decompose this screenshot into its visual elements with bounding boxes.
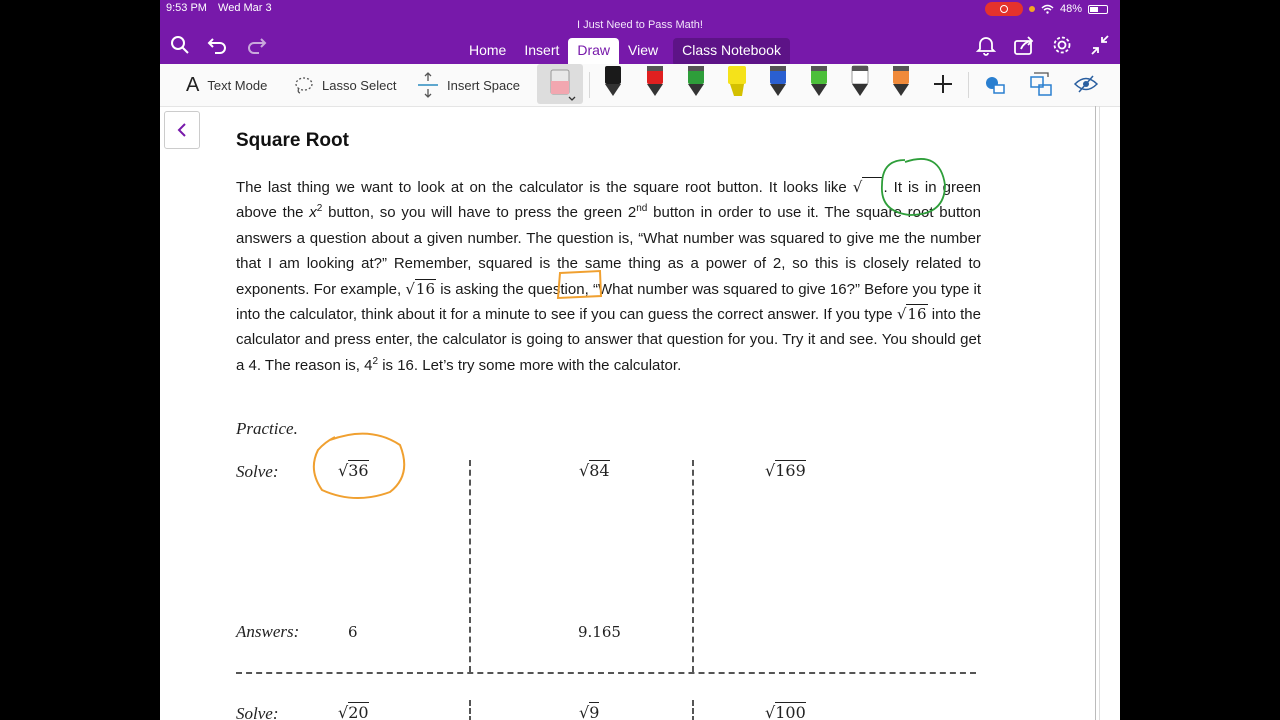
undo-icon[interactable] xyxy=(206,34,230,56)
para-text: button, so you will have to press the gr… xyxy=(322,204,637,222)
lime-pen-icon[interactable] xyxy=(808,64,830,98)
insert-space-icon xyxy=(418,72,438,98)
gear-icon[interactable] xyxy=(1050,34,1074,56)
text-mode-label: Text Mode xyxy=(207,77,268,93)
problem-sqrt-20: √20 xyxy=(338,702,369,720)
status-bar-right: 48% xyxy=(984,2,1108,16)
black-pen-icon[interactable] xyxy=(602,64,624,98)
status-bar-left: 9:53 PM Wed Mar 3 xyxy=(166,2,280,14)
answer-1: 6 xyxy=(348,623,358,641)
battery-icon xyxy=(1088,4,1108,14)
column-divider xyxy=(692,700,694,720)
battery-percent: 48% xyxy=(1059,3,1082,15)
practice-label: Practice. xyxy=(236,419,298,438)
collapse-icon[interactable] xyxy=(1088,34,1112,56)
para-text: is 16. Let’s try some more with the calc… xyxy=(378,356,682,374)
add-pen-icon[interactable] xyxy=(932,73,954,95)
tab-insert[interactable]: Insert xyxy=(515,38,568,66)
draw-toolbar: A Text Mode Lasso Select Insert Space xyxy=(160,64,1120,107)
answers-label: Answers: xyxy=(236,622,300,641)
text-mode-button[interactable]: A Text Mode xyxy=(186,64,267,106)
insert-space-button[interactable]: Insert Space xyxy=(417,64,520,106)
para-var-x: x xyxy=(309,204,317,222)
para-superscript: nd xyxy=(636,203,648,215)
white-pen-icon[interactable] xyxy=(849,64,871,98)
shapes-icon[interactable] xyxy=(983,73,1007,97)
sqrt-16-example: √16 xyxy=(896,304,928,324)
yellow-highlighter-icon[interactable] xyxy=(726,64,748,98)
share-icon[interactable] xyxy=(1012,34,1036,56)
column-divider xyxy=(469,460,471,672)
ink-replay-icon[interactable] xyxy=(1073,73,1099,95)
lasso-icon xyxy=(295,77,313,94)
sqrt-16-example: √16 xyxy=(405,278,437,298)
tab-view[interactable]: View xyxy=(619,38,667,66)
search-icon[interactable] xyxy=(168,34,192,56)
problem-sqrt-84: √84 xyxy=(579,460,610,480)
page-edge xyxy=(1099,106,1100,720)
problem-sqrt-9: √9 xyxy=(579,702,600,720)
solve-label: Solve: xyxy=(236,462,279,481)
app-header: 9:53 PM Wed Mar 3 I Just Need to Pass Ma… xyxy=(160,0,1120,66)
sqrt-symbol: √ xyxy=(853,177,884,196)
text-mode-icon: A xyxy=(186,73,200,96)
answer-2: 9.165 xyxy=(578,623,621,641)
onenote-app: 9:53 PM Wed Mar 3 I Just Need to Pass Ma… xyxy=(160,0,1120,720)
problem-sqrt-36: √36 xyxy=(338,460,369,480)
ink-to-shape-icon[interactable] xyxy=(1028,71,1054,99)
eraser-tool[interactable] xyxy=(537,64,583,104)
insert-space-label: Insert Space xyxy=(447,77,520,93)
mic-indicator-icon xyxy=(1028,6,1035,12)
red-pen-icon[interactable] xyxy=(644,64,666,98)
problem-sqrt-169: √169 xyxy=(765,460,806,480)
notebook-title: I Just Need to Pass Math! xyxy=(577,19,703,31)
bell-icon[interactable] xyxy=(974,34,998,56)
tab-home[interactable]: Home xyxy=(460,38,515,66)
toolbar-divider xyxy=(968,72,969,98)
status-time: 9:53 PM xyxy=(166,2,207,14)
redo-icon[interactable] xyxy=(244,34,268,56)
back-button[interactable] xyxy=(164,111,200,149)
status-date: Wed Mar 3 xyxy=(218,2,272,14)
eraser-icon xyxy=(550,69,576,101)
column-divider xyxy=(692,460,694,672)
toolbar-divider xyxy=(589,72,590,98)
page-title: Square Root xyxy=(236,130,349,151)
page-edge xyxy=(1095,106,1096,720)
body-paragraph: The last thing we want to look at on the… xyxy=(236,175,981,378)
lasso-select-label: Lasso Select xyxy=(322,77,397,93)
tab-class-notebook[interactable]: Class Notebook xyxy=(673,38,790,66)
orange-pen-icon[interactable] xyxy=(890,64,912,98)
tab-draw[interactable]: Draw xyxy=(568,38,620,66)
blue-pen-icon[interactable] xyxy=(767,64,789,98)
solve-label: Solve: xyxy=(236,704,279,720)
problem-sqrt-100: √100 xyxy=(765,702,806,720)
row-divider xyxy=(236,672,976,674)
ribbon-tabs: Home Insert Draw View Class Notebook xyxy=(460,38,790,66)
lasso-select-button[interactable]: Lasso Select xyxy=(294,64,396,106)
wifi-icon xyxy=(1041,4,1054,14)
para-text: The last thing we want to look at on the… xyxy=(236,179,853,196)
column-divider xyxy=(469,700,471,720)
green-pen-icon[interactable] xyxy=(685,64,707,98)
chevron-left-icon xyxy=(177,123,186,137)
screen-recording-icon[interactable] xyxy=(984,2,1023,16)
